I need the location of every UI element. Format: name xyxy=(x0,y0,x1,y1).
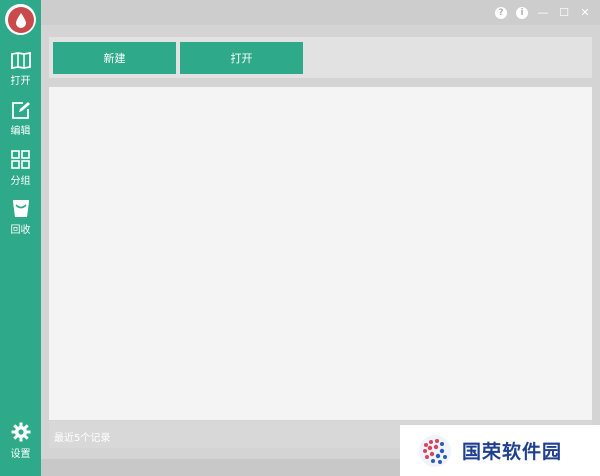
recent-records-label: 最近5个记录 xyxy=(54,433,111,444)
sidebar-item-open[interactable]: 打开 xyxy=(0,52,41,96)
close-button[interactable]: ✕ xyxy=(578,6,592,20)
sidebar-item-label: 分组 xyxy=(10,176,31,187)
globe-logo-icon xyxy=(419,434,451,467)
maximize-button[interactable]: ☐ xyxy=(557,6,571,20)
gear-icon xyxy=(11,422,30,442)
content-area xyxy=(49,87,592,420)
watermark-text: 国荣软件园 xyxy=(462,441,563,463)
new-button[interactable]: 新建 xyxy=(53,42,176,74)
sidebar-item-recycle[interactable]: 回收 xyxy=(0,199,41,243)
book-icon xyxy=(10,52,31,69)
info-icon: i xyxy=(516,6,528,19)
sidebar-item-edit[interactable]: 编辑 xyxy=(0,101,41,145)
minimize-icon: — xyxy=(537,6,549,19)
minimize-button[interactable]: — xyxy=(536,6,550,20)
info-button[interactable]: i xyxy=(515,6,529,20)
close-icon: ✕ xyxy=(580,6,590,19)
help-icon: ? xyxy=(495,6,507,19)
drop-icon xyxy=(15,12,26,28)
sidebar-item-group[interactable]: 分组 xyxy=(0,150,41,194)
help-button[interactable]: ? xyxy=(494,6,508,20)
sidebar-item-label: 回收 xyxy=(10,225,31,236)
open-button[interactable]: 打开 xyxy=(180,42,303,74)
sidebar: 打开 编辑 分组 回收 设置 xyxy=(0,0,41,476)
edit-icon xyxy=(11,102,30,119)
sidebar-item-label: 编辑 xyxy=(10,126,31,137)
watermark: 国荣软件园 xyxy=(400,425,600,476)
sidebar-item-label: 设置 xyxy=(10,449,31,460)
toolbar: 新建 打开 xyxy=(49,37,592,78)
grid-icon xyxy=(11,150,30,169)
sidebar-item-label: 打开 xyxy=(10,76,31,87)
title-bar: ? i — ☐ ✕ xyxy=(41,0,600,25)
maximize-icon: ☐ xyxy=(559,6,569,19)
app-logo xyxy=(5,4,36,35)
sidebar-item-settings[interactable]: 设置 xyxy=(0,422,41,466)
recycle-bag-icon xyxy=(12,200,29,217)
